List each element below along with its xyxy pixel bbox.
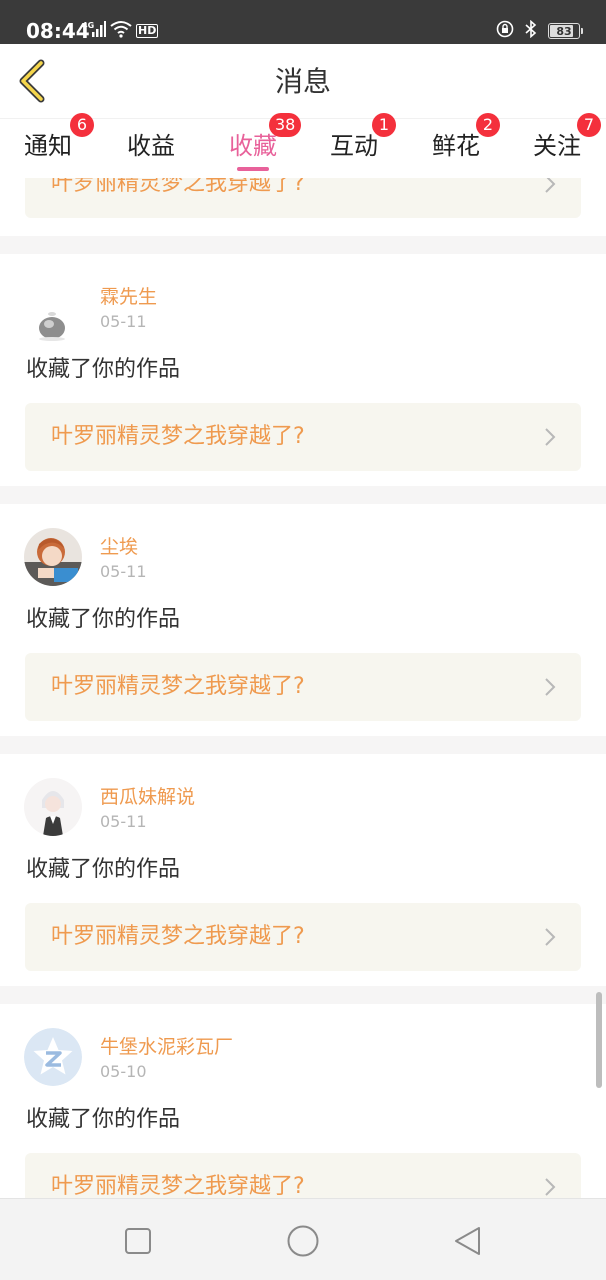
list-item: 尘埃 05-11 收藏了你的作品 叶罗丽精灵梦之我穿越了? bbox=[0, 504, 606, 736]
divider bbox=[0, 486, 606, 504]
anime-boy-avatar bbox=[24, 778, 82, 836]
chevron-right-icon bbox=[545, 678, 556, 696]
page-title: 消息 bbox=[274, 65, 331, 98]
tab-label: 收益 bbox=[127, 132, 175, 160]
activity-text: 收藏了你的作品 bbox=[26, 357, 181, 382]
work-title: 叶罗丽精灵梦之我穿越了? bbox=[51, 674, 305, 699]
username[interactable]: 霖先生 bbox=[100, 285, 157, 309]
username[interactable]: 西瓜妹解说 bbox=[100, 785, 195, 809]
avatar[interactable] bbox=[24, 528, 82, 586]
chevron-right-icon bbox=[545, 428, 556, 446]
lock-rotation-icon bbox=[496, 20, 514, 42]
tab-label: 鲜花 bbox=[432, 132, 480, 160]
activity-text: 收藏了你的作品 bbox=[26, 1107, 181, 1132]
favorites-list[interactable]: 叶罗丽精灵梦之我穿越了? 霖先生 05-11 收藏了你的作品 叶罗丽精灵梦之我穿… bbox=[0, 178, 606, 1198]
work-link[interactable]: 叶罗丽精灵梦之我穿越了? bbox=[25, 1153, 581, 1198]
status-icons-left: 4G HD bbox=[82, 19, 159, 43]
avatar[interactable] bbox=[24, 286, 82, 344]
timestamp: 05-11 bbox=[100, 562, 147, 581]
status-bar: 08:44 4G HD 83 bbox=[0, 0, 606, 44]
work-title: 叶罗丽精灵梦之我穿越了? bbox=[51, 178, 305, 196]
username[interactable]: 尘埃 bbox=[100, 535, 138, 559]
list-item: 西瓜妹解说 05-11 收藏了你的作品 叶罗丽精灵梦之我穿越了? bbox=[0, 754, 606, 986]
scrollbar[interactable] bbox=[596, 992, 602, 1088]
timestamp: 05-11 bbox=[100, 312, 147, 331]
work-link[interactable]: 叶罗丽精灵梦之我穿越了? bbox=[25, 403, 581, 471]
signal-icon: 4G bbox=[82, 20, 106, 42]
wifi-icon bbox=[110, 20, 132, 42]
active-tab-indicator bbox=[237, 167, 269, 171]
chevron-right-icon bbox=[545, 1178, 556, 1196]
activity-text: 收藏了你的作品 bbox=[26, 607, 181, 632]
tab-badge: 1 bbox=[372, 113, 396, 137]
timestamp: 05-11 bbox=[100, 812, 147, 831]
status-time: 08:44 bbox=[26, 19, 90, 43]
battery-level: 83 bbox=[556, 24, 572, 38]
tab-badge: 7 bbox=[577, 113, 601, 137]
tab-badge: 38 bbox=[269, 113, 302, 137]
avatar[interactable] bbox=[24, 778, 82, 836]
back-triangle-icon bbox=[455, 1227, 480, 1255]
list-item: 霖先生 05-11 收藏了你的作品 叶罗丽精灵梦之我穿越了? bbox=[0, 254, 606, 486]
chevron-right-icon bbox=[545, 178, 556, 193]
chevron-right-icon bbox=[545, 928, 556, 946]
grey-creature-avatar bbox=[24, 286, 82, 344]
tab-label: 收藏 bbox=[229, 132, 277, 160]
work-title: 叶罗丽精灵梦之我穿越了? bbox=[51, 1174, 305, 1198]
activity-text: 收藏了你的作品 bbox=[26, 857, 181, 882]
work-link[interactable]: 叶罗丽精灵梦之我穿越了? bbox=[25, 903, 581, 971]
system-nav-bar bbox=[0, 1198, 606, 1280]
divider bbox=[0, 986, 606, 1004]
recent-apps-icon bbox=[125, 1228, 151, 1254]
header: 消息 bbox=[0, 44, 606, 118]
work-link[interactable]: 叶罗丽精灵梦之我穿越了? bbox=[25, 178, 581, 218]
network-label: 4G bbox=[82, 21, 94, 30]
tab-bar: 通知 6 收益 收藏 38 互动 1 鲜花 2 关注 7 bbox=[0, 113, 606, 178]
hd-icon: HD bbox=[136, 24, 159, 38]
home-button[interactable] bbox=[285, 1223, 321, 1259]
battery-icon: 83 bbox=[548, 23, 583, 39]
work-link[interactable]: 叶罗丽精灵梦之我穿越了? bbox=[25, 653, 581, 721]
status-icons-right: 83 bbox=[496, 19, 583, 43]
work-title: 叶罗丽精灵梦之我穿越了? bbox=[51, 924, 305, 949]
system-back-button[interactable] bbox=[450, 1223, 486, 1259]
home-icon bbox=[287, 1225, 319, 1257]
tab-badge: 2 bbox=[476, 113, 500, 137]
timestamp: 05-10 bbox=[100, 1062, 147, 1081]
work-title: 叶罗丽精灵梦之我穿越了? bbox=[51, 424, 305, 449]
tab-badge: 6 bbox=[70, 113, 94, 137]
anime-girl-avatar bbox=[24, 528, 82, 586]
tab-label: 关注 bbox=[533, 132, 581, 160]
list-item: 叶罗丽精灵梦之我穿越了? bbox=[0, 178, 606, 236]
avatar[interactable] bbox=[24, 1028, 82, 1086]
tab-label: 互动 bbox=[330, 132, 378, 160]
list-item: 牛堡水泥彩瓦厂 05-10 收藏了你的作品 叶罗丽精灵梦之我穿越了? bbox=[0, 1004, 606, 1198]
default-z-avatar bbox=[24, 1028, 82, 1086]
bluetooth-icon bbox=[524, 19, 538, 42]
divider bbox=[0, 736, 606, 754]
tab-label: 通知 bbox=[24, 132, 72, 160]
divider bbox=[0, 236, 606, 254]
recent-apps-button[interactable] bbox=[120, 1223, 156, 1259]
username[interactable]: 牛堡水泥彩瓦厂 bbox=[100, 1035, 233, 1059]
